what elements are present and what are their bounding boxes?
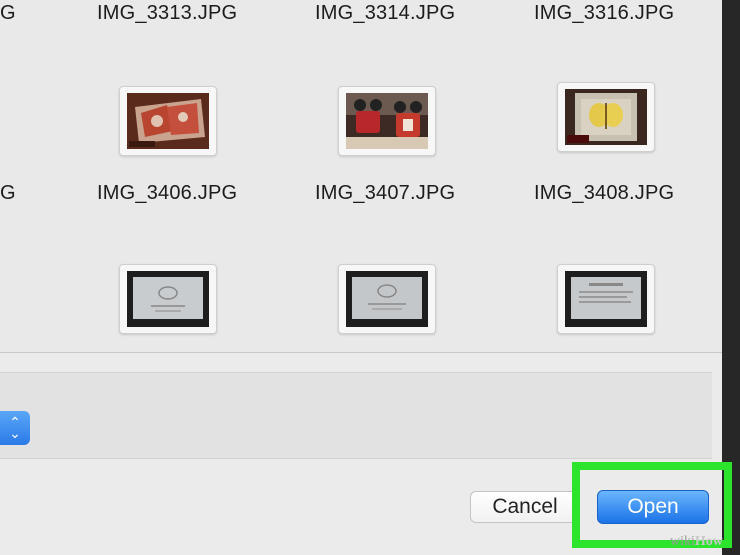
- wikihow-watermark: wikiHow: [670, 534, 723, 550]
- screen-icloud-image: [346, 271, 428, 327]
- file-name-label[interactable]: IMG_3407.JPG: [315, 182, 455, 205]
- photo-red-cards-image: [127, 93, 209, 149]
- options-bar: [0, 372, 712, 459]
- photo-yellow-butterfly-image: [565, 89, 647, 145]
- format-stepper[interactable]: ⌃ ⌄: [0, 411, 30, 445]
- watermark-wiki-text: wiki: [670, 534, 695, 549]
- cancel-button[interactable]: Cancel: [470, 491, 580, 523]
- screen-icloud-image: [565, 271, 647, 327]
- file-name-label[interactable]: IMG_3314.JPG: [315, 2, 455, 25]
- file-thumbnail[interactable]: [119, 86, 217, 156]
- file-name-label[interactable]: IMG_3313.JPG: [97, 2, 237, 25]
- file-name-label[interactable]: IMG_3406.JPG: [97, 182, 237, 205]
- screen-icloud-image: [127, 271, 209, 327]
- photo-mickey-mugs-image: [346, 93, 428, 149]
- chevron-down-icon: ⌄: [9, 425, 21, 441]
- file-grid: G G IMG_3313.JPG IMG_3314.JPG IMG_3316.J…: [0, 0, 722, 353]
- file-name-label[interactable]: IMG_3408.JPG: [534, 182, 674, 205]
- file-thumbnail[interactable]: [119, 264, 217, 334]
- file-name-partial[interactable]: G: [0, 2, 16, 25]
- watermark-how-text: How: [694, 534, 723, 549]
- file-thumbnail[interactable]: [338, 86, 436, 156]
- file-name-label[interactable]: IMG_3316.JPG: [534, 2, 674, 25]
- file-thumbnail[interactable]: [557, 82, 655, 152]
- open-button[interactable]: Open: [597, 490, 709, 524]
- file-thumbnail[interactable]: [338, 264, 436, 334]
- file-name-partial[interactable]: G: [0, 182, 16, 205]
- file-thumbnail[interactable]: [557, 264, 655, 334]
